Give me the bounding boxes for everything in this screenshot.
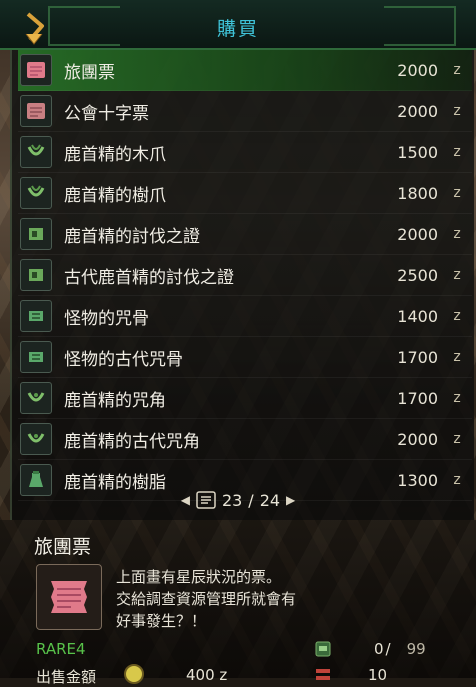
- list-icon: [196, 491, 216, 509]
- page-separator: /: [248, 490, 254, 510]
- box-icon: [315, 641, 331, 657]
- list-item[interactable]: 鹿首精的咒角 1700 z: [18, 378, 472, 419]
- page-total: 24: [259, 490, 281, 510]
- item-price: 1700: [397, 347, 438, 367]
- list-item[interactable]: 鹿首精的古代咒角 2000 z: [18, 419, 472, 460]
- description-line: 交給調查資源管理所就會有: [116, 590, 297, 608]
- stock-count: 0/ 99: [374, 640, 426, 658]
- zeny-unit: z: [453, 103, 461, 119]
- sell-price-label: 出售金額: [36, 668, 97, 686]
- item-price: 1800: [397, 183, 438, 203]
- list-item[interactable]: 怪物的古代咒骨 1700 z: [18, 337, 472, 378]
- item-name: 公會十字票: [64, 103, 149, 124]
- zeny-unit: z: [453, 226, 461, 242]
- list-item[interactable]: 怪物的咒骨 1400 z: [18, 296, 472, 337]
- claw-icon: [20, 177, 52, 209]
- zeny-unit: z: [453, 390, 461, 406]
- purchase-quantity[interactable]: 10: [368, 666, 387, 684]
- list-item[interactable]: 古代鹿首精的討伐之證 2500 z: [18, 255, 472, 296]
- zeny-unit: z: [453, 62, 461, 78]
- ticket-icon: [20, 95, 52, 127]
- item-name: 鹿首精的木爪: [64, 144, 166, 165]
- description-line: 好事發生？！: [116, 612, 207, 630]
- item-name: 鹿首精的討伐之證: [64, 226, 200, 247]
- owned-separator: /: [385, 640, 391, 658]
- item-price: 1500: [397, 142, 438, 162]
- detail-item-name: 旅團票: [34, 536, 92, 558]
- list-item[interactable]: 鹿首精的木爪 1500 z: [18, 132, 472, 173]
- ticket-icon: [20, 54, 52, 86]
- zeny-unit: z: [453, 144, 461, 160]
- zeny-unit: z: [453, 267, 461, 283]
- item-name: 古代鹿首精的討伐之證: [64, 267, 234, 288]
- horn-icon: [20, 382, 52, 414]
- item-price: 2000: [397, 101, 438, 121]
- horn-icon: [20, 423, 52, 455]
- sell-price-value: 400 z: [186, 666, 228, 684]
- zeny-unit: z: [453, 349, 461, 365]
- zeny-unit: z: [453, 185, 461, 201]
- list-item[interactable]: 鹿首精的樹爪 1800 z: [18, 173, 472, 214]
- proof-icon: [20, 259, 52, 291]
- item-detail: 旅團票 上面畫有星辰狀況的票。 交給調查資源管理所就會有 好事發生？！ RARE…: [0, 520, 476, 686]
- zeny-unit: z: [453, 431, 461, 447]
- list-item[interactable]: 鹿首精的討伐之證 2000 z: [18, 214, 472, 255]
- item-name: 鹿首精的古代咒角: [64, 431, 200, 452]
- owned-count: 0: [374, 640, 384, 658]
- pager: ◀ 23 / 24 ▶: [0, 486, 476, 514]
- item-name: 鹿首精的樹爪: [64, 185, 166, 206]
- item-name: 怪物的咒骨: [64, 308, 149, 329]
- list-item[interactable]: 公會十字票 2000 z: [18, 91, 472, 132]
- prev-page-icon[interactable]: ◀: [181, 493, 190, 507]
- item-price: 1700: [397, 388, 438, 408]
- item-price: 2000: [397, 429, 438, 449]
- proof-icon: [20, 218, 52, 250]
- ticket-icon: [36, 564, 102, 630]
- description-line: 上面畫有星辰狀況的票。: [116, 568, 282, 586]
- claw-icon: [20, 136, 52, 168]
- item-price: 2500: [397, 265, 438, 285]
- item-list: 旅團票 2000 z 公會十字票 2000 z 鹿首精的木爪 1500 z 鹿首…: [18, 50, 472, 501]
- next-page-icon[interactable]: ▶: [286, 493, 295, 507]
- item-price: 1400: [397, 306, 438, 326]
- item-price: 2000: [397, 60, 438, 80]
- item-name: 旅團票: [64, 62, 115, 83]
- rarity-label: RARE4: [36, 640, 86, 658]
- item-price: 2000: [397, 224, 438, 244]
- list-item[interactable]: 旅團票 2000 z: [18, 50, 472, 91]
- item-name: 怪物的古代咒骨: [64, 349, 183, 370]
- zeny-unit: z: [453, 308, 461, 324]
- page-current: 23: [221, 490, 243, 510]
- header: 購買: [0, 0, 476, 50]
- zenny-coin-icon: [124, 664, 144, 684]
- item-name: 鹿首精的咒角: [64, 390, 166, 411]
- max-count: 99: [406, 640, 426, 658]
- quantity-icon: [316, 669, 330, 680]
- bone-icon: [20, 300, 52, 332]
- bone-icon: [20, 341, 52, 373]
- page-title: 購買: [216, 18, 259, 40]
- item-description: 上面畫有星辰狀況的票。 交給調查資源管理所就會有 好事發生？！: [116, 566, 296, 632]
